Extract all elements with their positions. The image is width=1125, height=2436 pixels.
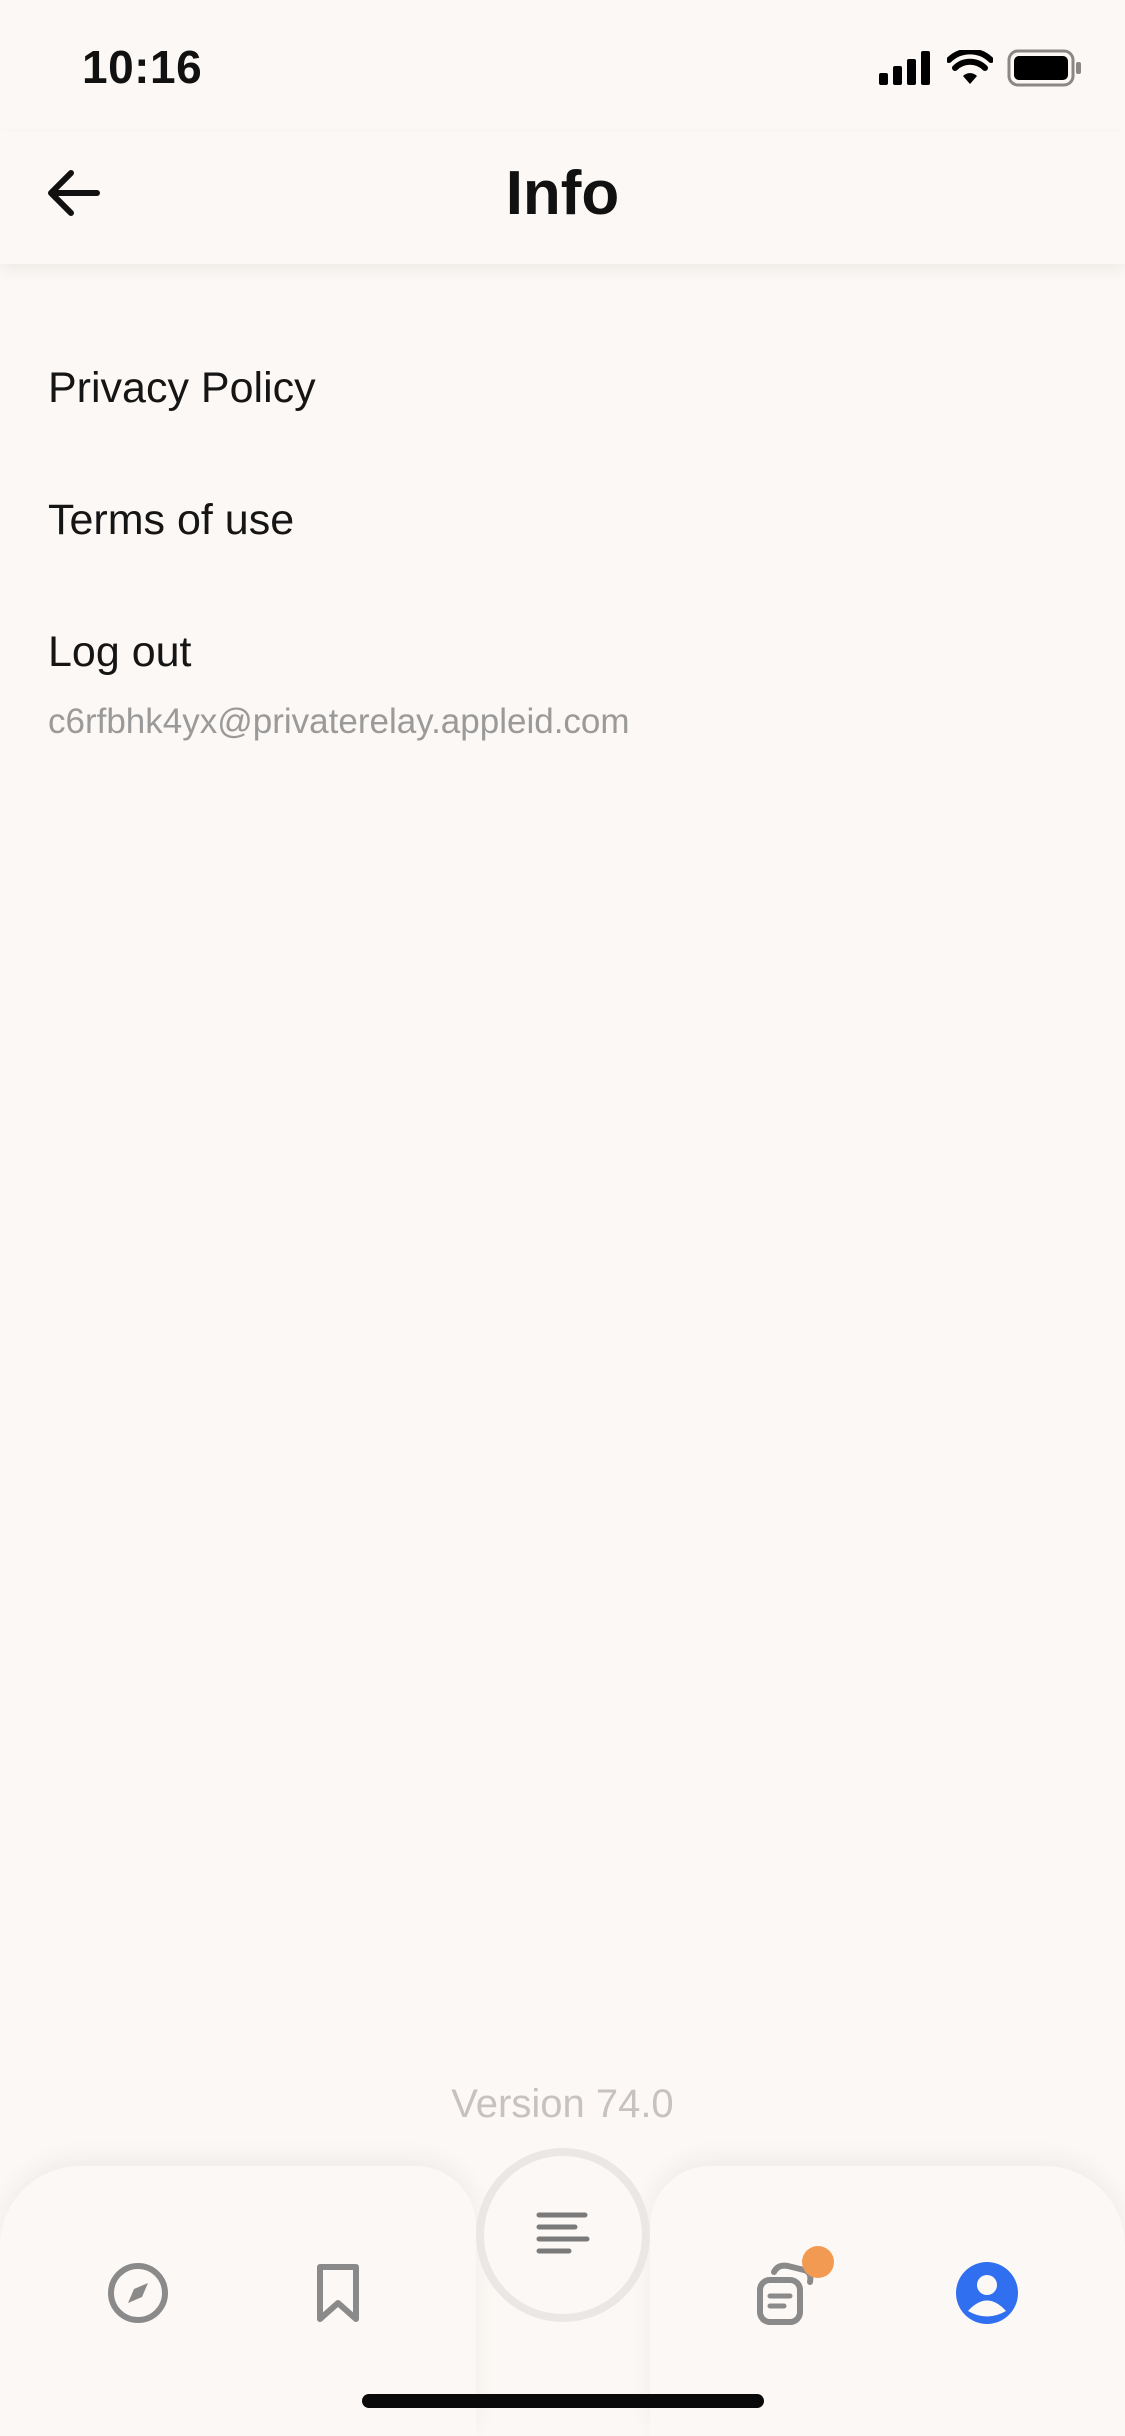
text-lines-icon [535,2209,591,2262]
page-title: Info [505,159,620,228]
profile-icon [954,2260,1020,2331]
status-bar: 10:16 [0,0,1125,132]
info-screen: 10:16 Info Privacy Policy Terms of use L… [0,0,1125,2436]
nav-profile[interactable] [942,2250,1032,2340]
nav-explore[interactable] [93,2250,183,2340]
home-indicator [362,2394,764,2408]
cellular-signal-icon [879,50,933,90]
privacy-policy-link[interactable]: Privacy Policy [48,364,316,413]
wifi-icon [946,47,994,91]
bookmark-icon [314,2263,362,2328]
status-time: 10:16 [82,41,203,93]
compass-icon [106,2261,170,2330]
nav-bookmarks[interactable] [293,2250,383,2340]
nav-center-button[interactable] [476,2148,650,2322]
nav-cards[interactable] [742,2246,834,2340]
header: Info [0,132,1125,264]
notification-badge [802,2246,834,2278]
battery-icon [1007,49,1083,92]
status-icons [879,47,1083,92]
terms-of-use-link[interactable]: Terms of use [48,496,294,545]
app-version: Version 74.0 [451,2082,674,2126]
account-email: c6rfbhk4yx@privaterelay.appleid.com [48,702,630,741]
log-out-button[interactable]: Log out [48,628,191,677]
